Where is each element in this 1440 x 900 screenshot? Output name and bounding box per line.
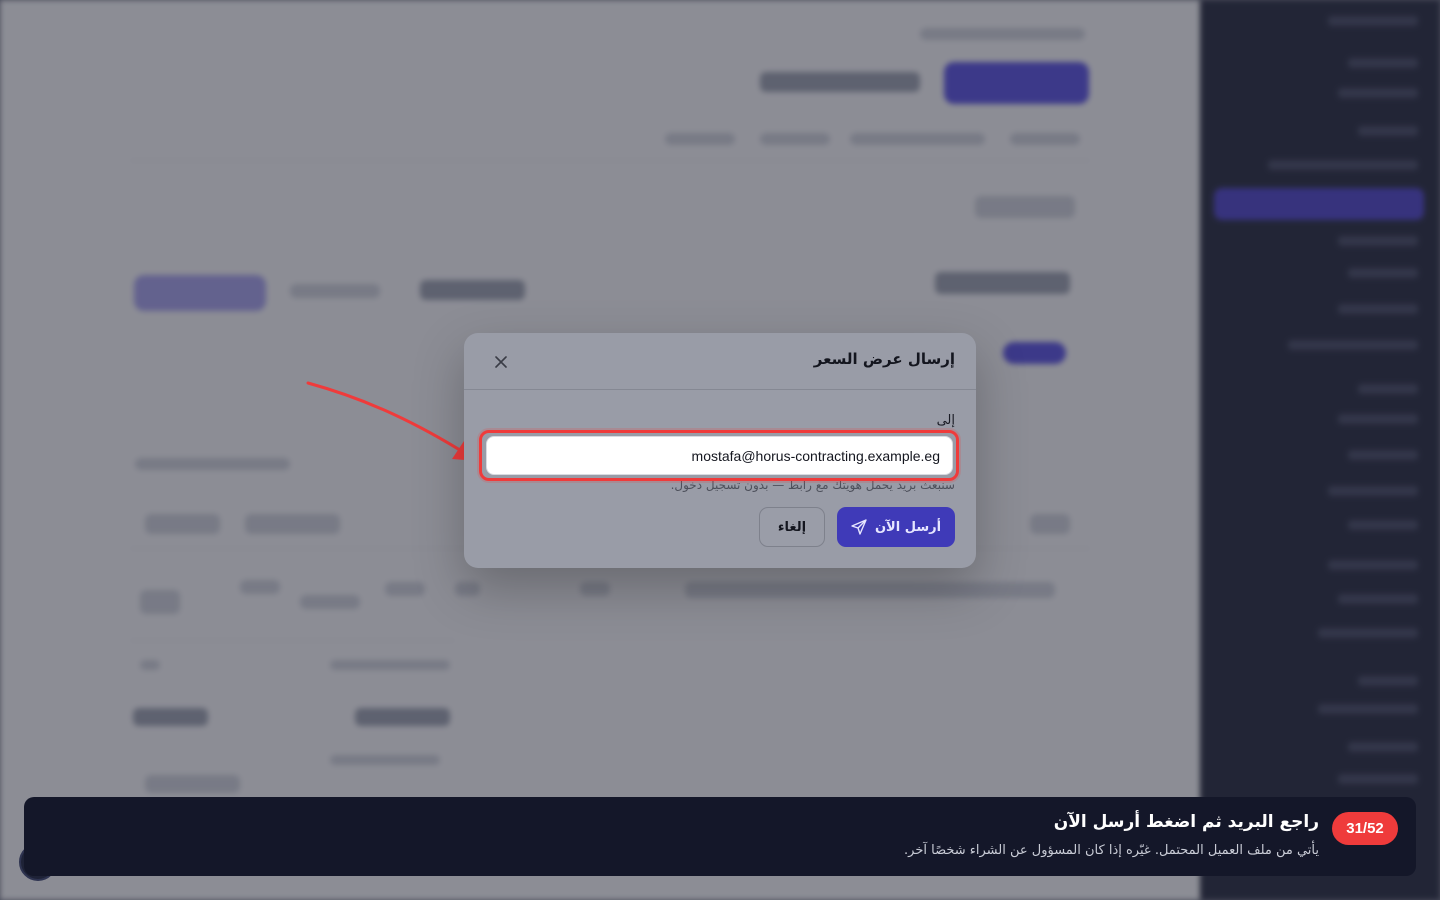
tour-step-title: راجع البريد ثم اضغط أرسل الآن — [1053, 812, 1319, 832]
close-button[interactable] — [490, 351, 512, 373]
send-now-label: أرسل الآن — [874, 519, 942, 535]
send-icon — [851, 519, 867, 535]
recipient-label: إلى — [936, 413, 955, 428]
dialog-header: إرسال عرض السعر — [464, 333, 976, 390]
tour-step-description: يأتي من ملف العميل المحتمل. غيّره إذا كا… — [904, 843, 1319, 858]
tour-step-bar: 31/52 راجع البريد ثم اضغط أرسل الآن يأتي… — [24, 797, 1416, 876]
cancel-button[interactable]: إلغاء — [759, 507, 825, 547]
step-counter-badge: 31/52 — [1332, 812, 1398, 845]
arrow-pointer — [306, 381, 478, 461]
recipient-email-input[interactable] — [486, 436, 953, 475]
dialog-title: إرسال عرض السعر — [813, 350, 955, 368]
close-icon — [495, 356, 507, 368]
send-now-button[interactable]: أرسل الآن — [837, 507, 955, 547]
